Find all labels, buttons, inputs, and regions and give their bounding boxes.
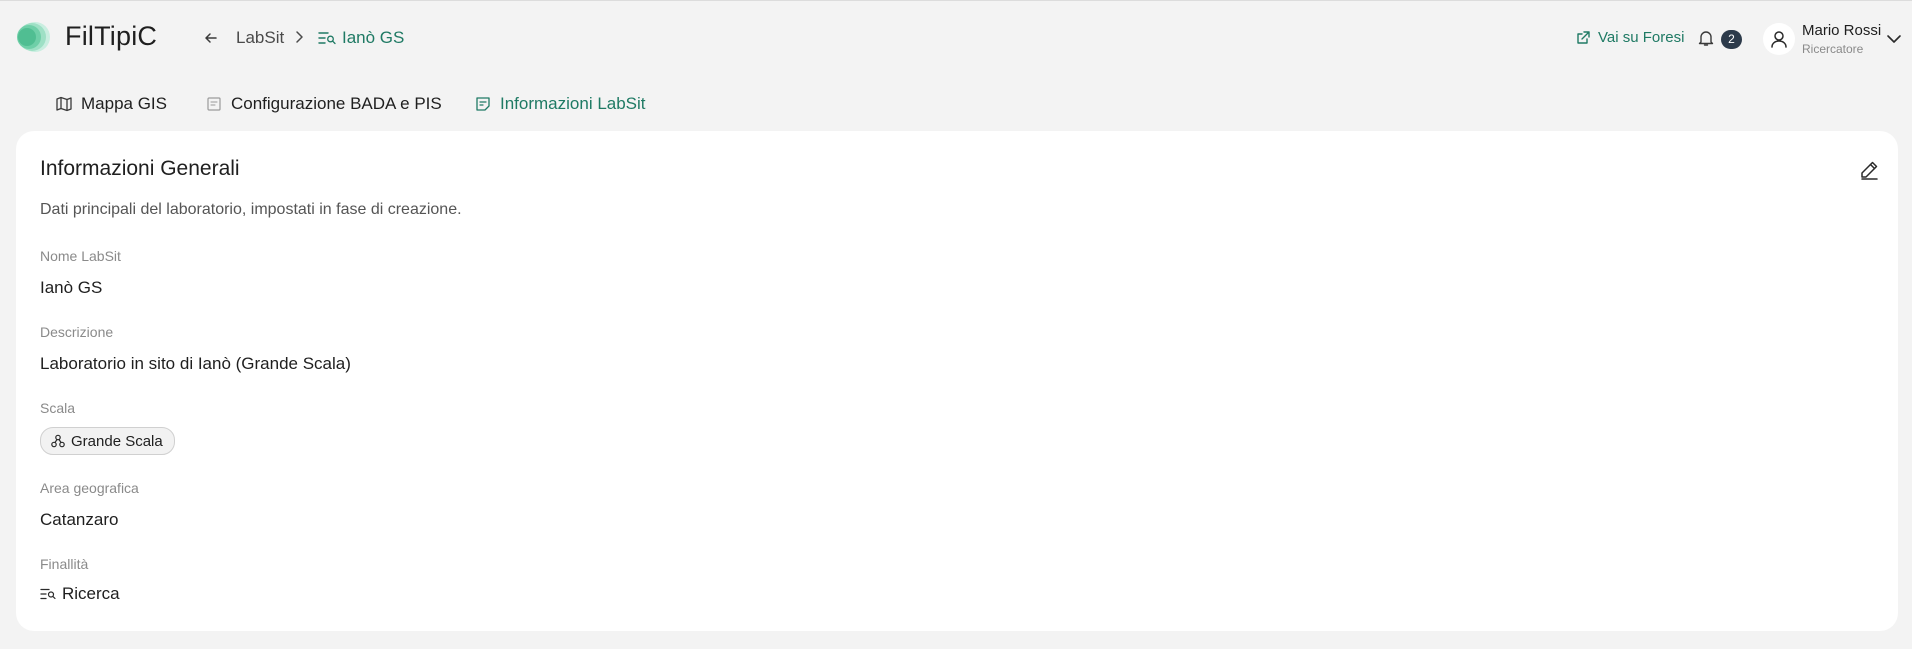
tab-label: Configurazione BADA e PIS	[231, 94, 442, 113]
breadcrumb-current-label: Ianò GS	[342, 28, 405, 47]
chevron-right-icon	[292, 30, 306, 44]
tab-label: Informazioni LabSit	[500, 94, 646, 113]
scale-chip: Grande Scala	[40, 427, 175, 455]
user-icon	[1771, 31, 1787, 48]
search-list-icon	[318, 32, 336, 45]
field-label-scala: Scala	[40, 400, 76, 416]
chevron-down-icon[interactable]	[1886, 32, 1902, 44]
field-label-finalita: Finallità	[40, 556, 89, 572]
user-role: Ricercatore	[1802, 42, 1864, 56]
search-list-icon	[40, 588, 56, 600]
external-link-label: Vai su Foresi	[1598, 29, 1685, 46]
info-note-icon	[476, 97, 490, 111]
edit-pencil-icon[interactable]	[1858, 159, 1880, 181]
external-link-icon	[1577, 30, 1590, 44]
avatar[interactable]	[1763, 23, 1795, 55]
logo-icon	[15, 19, 51, 55]
document-icon	[207, 97, 221, 111]
app-name: FilTipiC	[65, 21, 158, 51]
field-value-nome: Ianò GS	[40, 278, 103, 297]
field-label-nome: Nome LabSit	[40, 248, 121, 264]
general-info-card: Informazioni Generali Dati principali de…	[16, 131, 1898, 631]
breadcrumb-parent-link[interactable]: LabSit	[236, 28, 284, 48]
card-description: Dati principali del laboratorio, imposta…	[40, 201, 462, 218]
tab-bar: Mappa GIS Configurazione BADA e PIS Info…	[0, 90, 1912, 118]
tab-configurazione[interactable]: Configurazione BADA e PIS	[206, 90, 442, 118]
field-value-descrizione: Laboratorio in sito di Ianò (Grande Scal…	[40, 354, 351, 373]
user-name: Mario Rossi	[1802, 22, 1882, 39]
field-value-area: Catanzaro	[40, 510, 119, 529]
field-value-finalita: Ricerca	[40, 584, 120, 604]
scale-chip-label: Grande Scala	[71, 432, 163, 450]
map-icon	[56, 96, 72, 112]
tab-mappa-gis[interactable]: Mappa GIS	[56, 90, 167, 118]
notification-badge: 2	[1721, 30, 1742, 49]
card-title: Informazioni Generali	[40, 157, 240, 180]
app-header: FilTipiC LabSit Ianò GS Vai su Foresi 2 …	[0, 1, 1912, 75]
purpose-label: Ricerca	[62, 584, 120, 603]
field-label-area: Area geografica	[40, 480, 139, 496]
bell-icon[interactable]	[1697, 29, 1715, 47]
breadcrumb-current[interactable]: Ianò GS	[318, 28, 404, 48]
external-link-foresi[interactable]: Vai su Foresi	[1576, 29, 1684, 46]
tab-label: Mappa GIS	[81, 94, 167, 113]
field-label-descrizione: Descrizione	[40, 324, 114, 340]
back-arrow-icon[interactable]	[202, 29, 220, 47]
tab-informazioni-labsit[interactable]: Informazioni LabSit	[475, 90, 646, 118]
hierarchy-icon	[51, 434, 65, 448]
